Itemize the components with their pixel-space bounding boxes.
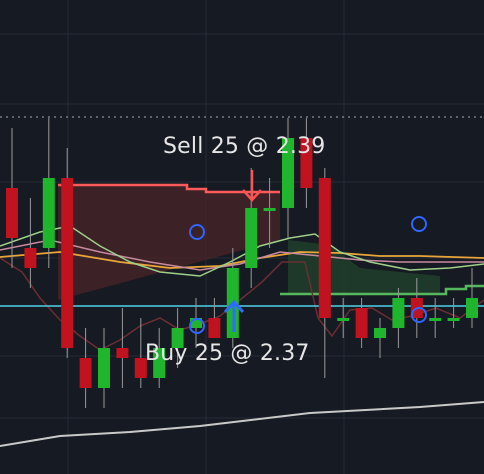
- candle-up[interactable]: [245, 208, 258, 268]
- candle-up[interactable]: [374, 328, 386, 338]
- candle-up[interactable]: [392, 298, 405, 328]
- candle-down[interactable]: [116, 348, 129, 358]
- candle-up[interactable]: [466, 298, 478, 318]
- circle-icon: [411, 216, 427, 232]
- candle-up[interactable]: [42, 178, 55, 248]
- candle-up[interactable]: [98, 348, 110, 388]
- candle-up[interactable]: [447, 318, 460, 321]
- candle-down[interactable]: [61, 178, 74, 348]
- candle-up[interactable]: [263, 208, 276, 211]
- candle-down[interactable]: [6, 188, 18, 238]
- sell-trade-label: Sell 25 @ 2.39: [163, 134, 326, 159]
- buy-trade-label: Buy 25 @ 2.37: [145, 341, 310, 366]
- candle-down[interactable]: [355, 308, 368, 338]
- candle-down[interactable]: [79, 358, 92, 388]
- candle-down[interactable]: [24, 248, 37, 268]
- candle-up[interactable]: [337, 318, 350, 321]
- candle-down[interactable]: [208, 318, 221, 338]
- price-chart[interactable]: [0, 0, 484, 474]
- lower-indicator-line: [0, 401, 484, 447]
- candle-up[interactable]: [429, 318, 442, 321]
- candle-down[interactable]: [318, 178, 331, 318]
